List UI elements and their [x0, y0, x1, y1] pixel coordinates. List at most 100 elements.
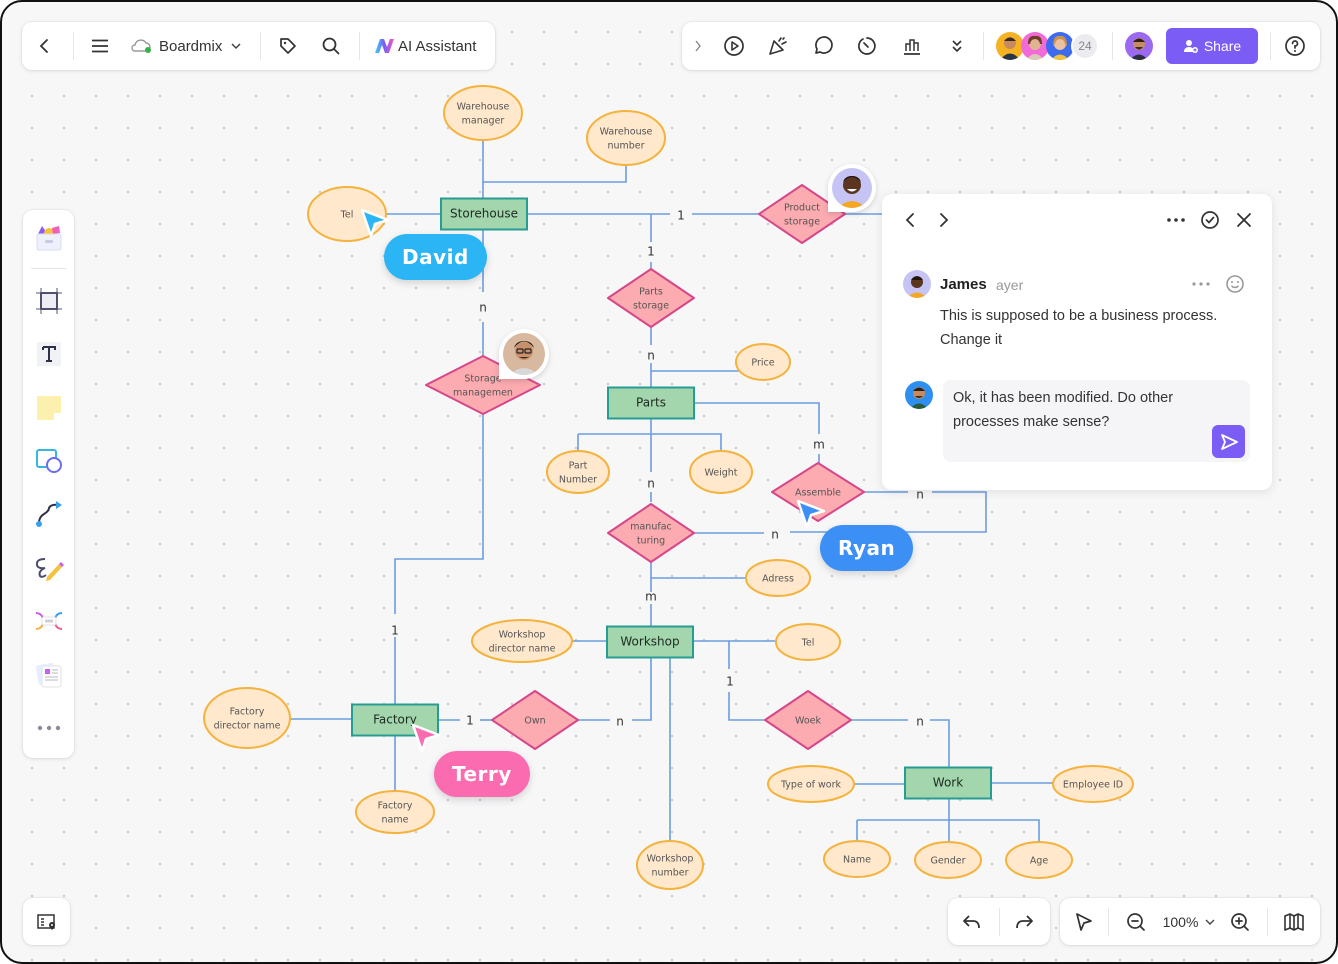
- shape-label: director name: [489, 644, 556, 655]
- shape-label: Price: [751, 358, 774, 369]
- relationship-woek[interactable]: Woek: [764, 690, 852, 750]
- entity-work[interactable]: Work: [904, 766, 992, 800]
- undo-button[interactable]: [960, 910, 984, 934]
- tag-button[interactable]: [276, 34, 300, 58]
- cloud-synced-icon: [131, 39, 151, 53]
- current-user-avatar[interactable]: [1125, 32, 1153, 60]
- shape-label: name: [382, 815, 409, 826]
- attribute-factory-name[interactable]: Factory name: [355, 790, 435, 834]
- attribute-warehouse-manager[interactable]: Warehouse manager: [443, 85, 523, 141]
- attribute-warehouse-number[interactable]: Warehouse number: [586, 110, 666, 166]
- shapes-tool-button[interactable]: [31, 443, 67, 479]
- attribute-employee-id[interactable]: Employee ID: [1052, 765, 1134, 803]
- attribute-type-of-work[interactable]: Type of work: [767, 765, 855, 803]
- redo-button[interactable]: [1012, 910, 1036, 934]
- relationship-parts-storage[interactable]: Parts storage: [607, 268, 695, 328]
- map-view-button[interactable]: [1282, 910, 1306, 934]
- shape-label: storage: [633, 301, 669, 312]
- vote-button[interactable]: [900, 34, 924, 58]
- back-button[interactable]: [32, 34, 56, 58]
- timer-button[interactable]: [855, 34, 879, 58]
- more-tools-button[interactable]: [945, 34, 969, 58]
- entity-storehouse[interactable]: Storehouse: [440, 197, 528, 231]
- minimap-button[interactable]: [23, 898, 70, 945]
- templates-button[interactable]: [31, 220, 67, 256]
- chevron-down-icon: [1205, 919, 1215, 925]
- collaborator-avatars[interactable]: 24: [996, 32, 1102, 60]
- previous-comment-button[interactable]: [898, 208, 922, 232]
- search-button[interactable]: [319, 34, 343, 58]
- next-comment-button[interactable]: [932, 208, 956, 232]
- attribute-name[interactable]: Name: [823, 840, 891, 878]
- attribute-age[interactable]: Age: [1005, 841, 1073, 879]
- zoom-in-button[interactable]: [1228, 910, 1252, 934]
- select-tool-button[interactable]: [1072, 910, 1096, 934]
- attribute-price[interactable]: Price: [735, 343, 791, 381]
- present-button[interactable]: [722, 34, 746, 58]
- attribute-weight[interactable]: Weight: [689, 450, 753, 494]
- comment-panel: James ayer This is supposed to be a busi…: [882, 194, 1272, 490]
- zoom-controls-bar: 100%: [1060, 898, 1320, 945]
- attribute-ellipse: [203, 687, 291, 749]
- pen-tool-button[interactable]: [31, 550, 67, 586]
- document-button[interactable]: [31, 657, 67, 693]
- connector: [632, 657, 652, 721]
- entity-parts[interactable]: Parts: [607, 386, 695, 420]
- relationship-own[interactable]: Own: [491, 690, 579, 750]
- text-tool-button[interactable]: [31, 336, 67, 372]
- main-menu-button[interactable]: [88, 34, 112, 58]
- zoom-out-button[interactable]: [1124, 910, 1148, 934]
- add-reaction-button[interactable]: [1223, 272, 1247, 296]
- more-dots-icon: [37, 725, 61, 731]
- shape-label: Tel: [801, 638, 815, 649]
- text-icon: [37, 342, 61, 366]
- collaborator-presence-avatar[interactable]: [499, 329, 549, 379]
- frame-tool-button[interactable]: [31, 283, 67, 319]
- comment-options-button[interactable]: [1164, 208, 1188, 232]
- reply-input[interactable]: Ok, it has been modified. Do other proce…: [943, 380, 1250, 462]
- connector-tool-button[interactable]: [31, 496, 67, 532]
- attribute-workshop-number[interactable]: Workshop number: [636, 840, 704, 890]
- shape-label: Gender: [930, 856, 965, 867]
- shape-label: number: [607, 141, 644, 152]
- resolve-comment-button[interactable]: [1198, 208, 1222, 232]
- collaborator-count-badge[interactable]: 24: [1071, 32, 1099, 60]
- relationship-manufacturing[interactable]: manufac turing: [607, 503, 695, 563]
- attribute-adress[interactable]: Adress: [745, 559, 811, 597]
- celebrate-button[interactable]: [766, 34, 790, 58]
- cardinality-label: n: [647, 477, 655, 491]
- attribute-part-number[interactable]: Part Number: [546, 450, 610, 494]
- board-name-dropdown[interactable]: Boardmix: [130, 32, 250, 60]
- expand-toolbar-button[interactable]: [690, 34, 706, 58]
- close-comment-button[interactable]: [1232, 208, 1256, 232]
- shape-label: storage: [784, 217, 820, 228]
- ai-assistant-button[interactable]: AI Assistant: [374, 32, 486, 60]
- cardinality-label: 1: [647, 245, 655, 259]
- collaborator-avatar[interactable]: [996, 32, 1024, 60]
- comment-item-options-button[interactable]: [1189, 272, 1213, 296]
- share-button[interactable]: Share: [1166, 28, 1258, 64]
- comment-button[interactable]: [811, 34, 835, 58]
- attribute-workshop-tel[interactable]: Tel: [775, 623, 841, 661]
- sticky-note-button[interactable]: [31, 390, 67, 426]
- more-dots-icon: [1192, 282, 1210, 286]
- send-reply-button[interactable]: [1212, 425, 1245, 458]
- entity-workshop[interactable]: Workshop: [606, 625, 694, 659]
- collaborator-presence-avatar[interactable]: [828, 164, 876, 212]
- mind-map-button[interactable]: [31, 603, 67, 639]
- canvas[interactable]: Warehouse manager Warehouse number Tel Price P…: [0, 0, 1338, 964]
- zoom-level-dropdown[interactable]: 100%: [1158, 910, 1220, 934]
- more-tools-button[interactable]: [31, 710, 67, 746]
- attribute-gender[interactable]: Gender: [914, 841, 982, 879]
- collaborator-avatar[interactable]: [1046, 32, 1074, 60]
- collaborator-avatar[interactable]: [1021, 32, 1049, 60]
- attribute-factory-director-name[interactable]: Factory director name: [203, 687, 291, 749]
- shape-label: Adress: [762, 574, 794, 585]
- play-circle-icon: [724, 36, 744, 56]
- help-button[interactable]: [1283, 34, 1307, 58]
- shape-label: manufac: [630, 522, 672, 533]
- attribute-ellipse: [546, 450, 610, 494]
- attribute-workshop-director-name[interactable]: Workshop director name: [471, 619, 573, 663]
- share-label: Share: [1203, 38, 1242, 54]
- shape-label: Warehouse: [457, 102, 510, 113]
